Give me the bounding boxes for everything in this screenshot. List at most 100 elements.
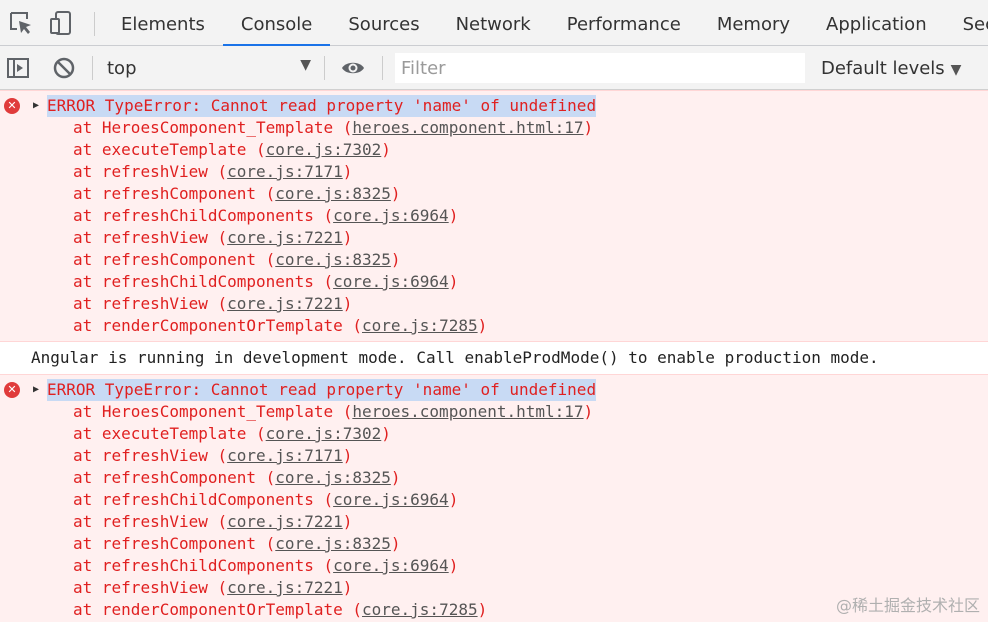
context-selector[interactable]: top ▼ xyxy=(107,55,315,81)
error-summary[interactable]: ERROR TypeError: Cannot read property 'n… xyxy=(47,379,597,401)
tab-sources[interactable]: Sources xyxy=(330,0,437,45)
stack-frame-paren: ) xyxy=(477,600,488,619)
stack-frame-at: at xyxy=(73,446,102,465)
show-sidebar-icon[interactable] xyxy=(6,56,30,80)
console-toolbar: top ▼ Default levels ▼ xyxy=(0,46,988,90)
stack-frame-at: at xyxy=(73,184,102,203)
source-link[interactable]: core.js:8325 xyxy=(275,250,391,269)
stack-frame: at refreshComponent (core.js:8325) xyxy=(73,183,401,205)
source-link[interactable]: heroes.component.html:17 xyxy=(352,402,583,421)
stack-frame-at: at xyxy=(73,468,102,487)
expand-triangle-icon[interactable]: ▶ xyxy=(33,100,39,111)
clear-console-icon[interactable] xyxy=(52,56,76,80)
error-icon: ✕ xyxy=(4,382,20,398)
watermark: @稀土掘金技术社区 xyxy=(835,596,980,615)
stack-frame-paren: ) xyxy=(477,316,488,335)
stack-frame-function: refreshComponent xyxy=(101,250,257,269)
source-link[interactable]: core.js:7221 xyxy=(227,294,343,313)
stack-frame: at refreshView (core.js:7221) xyxy=(73,227,352,249)
stack-frame-paren: ) xyxy=(342,446,353,465)
toolbar-separator xyxy=(382,56,383,80)
stack-frame-function: refreshView xyxy=(101,294,208,313)
stack-frame-at: at xyxy=(73,534,102,553)
stack-frame-at: at xyxy=(73,578,102,597)
source-link[interactable]: core.js:8325 xyxy=(275,534,391,553)
log-message-text: Angular is running in development mode. … xyxy=(31,348,879,367)
stack-frame-paren: ( xyxy=(333,118,353,137)
stack-frame-at: at xyxy=(73,424,102,443)
stack-frame: at refreshComponent (core.js:8325) xyxy=(73,249,401,271)
source-link[interactable]: core.js:7302 xyxy=(266,424,382,443)
source-link[interactable]: core.js:6964 xyxy=(333,272,449,291)
stack-frame-function: executeTemplate xyxy=(101,424,247,443)
stack-frame-at: at xyxy=(73,490,102,509)
stack-frame-at: at xyxy=(73,206,102,225)
stack-frame-paren: ) xyxy=(381,140,391,159)
stack-frame-paren: ( xyxy=(313,206,334,225)
console-output: ✕ ▶ ERROR TypeError: Cannot read property … xyxy=(0,90,988,622)
stack-frame: at refreshView (core.js:7221) xyxy=(73,577,352,599)
stack-frame-at: at xyxy=(73,294,102,313)
source-link[interactable]: heroes.component.html:17 xyxy=(352,118,583,137)
source-link[interactable]: core.js:7221 xyxy=(227,512,343,531)
stack-frame-paren: ) xyxy=(381,424,391,443)
log-levels-dropdown[interactable]: Default levels ▼ xyxy=(821,58,961,79)
console-error-message: ✕ ▶ ERROR TypeError: Cannot read property … xyxy=(0,374,988,622)
devtools-tabbar: Elements Console Sources Network Performance… xyxy=(0,0,988,46)
stack-frame: at refreshView (core.js:7221) xyxy=(73,293,352,315)
source-link[interactable]: core.js:8325 xyxy=(275,184,391,203)
stack-frame: at HeroesComponent_Template (heroes.comp… xyxy=(73,117,593,139)
toolbar-separator xyxy=(92,56,93,80)
stack-frame-paren: ) xyxy=(390,250,401,269)
source-link[interactable]: core.js:7285 xyxy=(362,600,478,619)
tab-application[interactable]: Application xyxy=(808,0,945,45)
stack-frame-at: at xyxy=(73,140,102,159)
stack-frame: at refreshComponent (core.js:8325) xyxy=(73,533,401,555)
source-link[interactable]: core.js:6964 xyxy=(333,490,449,509)
panel-tabs: Elements Console Sources Network Performance… xyxy=(103,0,988,46)
tab-performance[interactable]: Performance xyxy=(549,0,699,45)
source-link[interactable]: core.js:7221 xyxy=(227,578,343,597)
inspect-element-icon[interactable] xyxy=(8,10,34,36)
console-log-message: Angular is running in development mode. … xyxy=(0,342,988,374)
source-link[interactable]: core.js:7171 xyxy=(227,162,343,181)
stack-frame: at refreshView (core.js:7221) xyxy=(73,511,352,533)
tab-console[interactable]: Console xyxy=(222,0,331,46)
filter-input[interactable] xyxy=(395,53,805,83)
tab-securit[interactable]: Securit xyxy=(945,0,988,45)
tab-network[interactable]: Network xyxy=(438,0,549,45)
source-link[interactable]: core.js:8325 xyxy=(275,468,391,487)
source-link[interactable]: core.js:7171 xyxy=(227,446,343,465)
tab-elements[interactable]: Elements xyxy=(103,0,223,45)
source-link[interactable]: core.js:7285 xyxy=(362,316,478,335)
stack-frame-function: refreshChildComponents xyxy=(101,490,314,509)
stack-frame-function: HeroesComponent_Template xyxy=(101,402,334,421)
source-link[interactable]: core.js:7221 xyxy=(227,228,343,247)
stack-frame-function: refreshChildComponents xyxy=(101,206,314,225)
stack-frame-paren: ) xyxy=(448,490,459,509)
stack-frame-function: refreshView xyxy=(101,446,208,465)
tab-memory[interactable]: Memory xyxy=(699,0,808,45)
stack-frame-paren: ) xyxy=(342,578,353,597)
live-expression-icon[interactable] xyxy=(341,56,365,80)
stack-frame-paren: ) xyxy=(342,294,353,313)
source-link[interactable]: core.js:6964 xyxy=(333,556,449,575)
stack-frame-paren: ( xyxy=(207,578,228,597)
stack-frame-paren: ( xyxy=(256,250,276,269)
source-link[interactable]: core.js:6964 xyxy=(333,206,449,225)
stack-frame-paren: ( xyxy=(313,556,334,575)
tabbar-separator xyxy=(94,12,95,36)
error-summary[interactable]: ERROR TypeError: Cannot read property 'n… xyxy=(47,95,597,117)
expand-triangle-icon[interactable]: ▶ xyxy=(33,384,39,395)
stack-frame-at: at xyxy=(73,162,102,181)
stack-frame-paren: ) xyxy=(342,228,353,247)
source-link[interactable]: core.js:7302 xyxy=(266,140,382,159)
stack-frame-paren: ( xyxy=(256,534,276,553)
stack-frame-paren: ) xyxy=(448,556,459,575)
stack-frame-at: at xyxy=(73,600,102,619)
stack-frame-paren: ) xyxy=(390,534,401,553)
stack-frame: at refreshChildComponents (core.js:6964) xyxy=(73,555,458,577)
stack-frame-at: at xyxy=(73,228,102,247)
device-toolbar-icon[interactable] xyxy=(48,10,74,36)
stack-frame-at: at xyxy=(73,272,102,291)
